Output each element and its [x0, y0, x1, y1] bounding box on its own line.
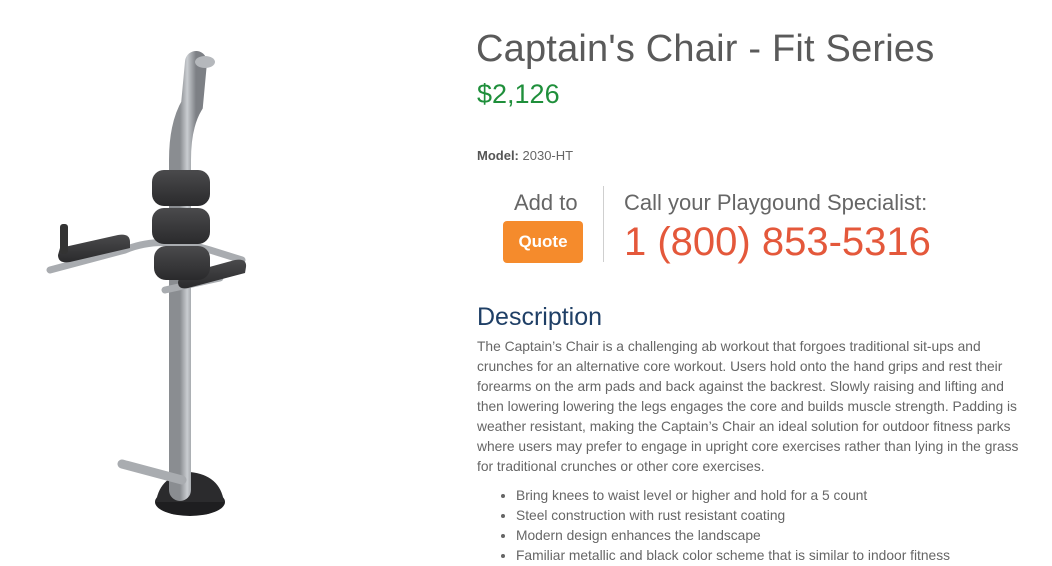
add-to-label: Add to	[514, 190, 578, 215]
feature-item: Familiar metallic and black color scheme…	[516, 546, 1052, 566]
feature-item: Steel construction with rust resistant c…	[516, 506, 1052, 526]
product-price: $2,126	[477, 79, 560, 109]
add-to-quote-button[interactable]: Quote	[503, 221, 583, 263]
phone-number-link[interactable]: 1 (800) 853-5316	[624, 220, 931, 265]
feature-item: Bring knees to waist level or higher and…	[516, 486, 1052, 506]
description-text: The Captain’s Chair is a challenging ab …	[477, 339, 1019, 474]
model-value: 2030-HT	[522, 148, 574, 163]
model-label: Model:	[477, 148, 519, 163]
call-specialist-label: Call your Playgound Specialist:	[624, 190, 928, 215]
contact-divider	[603, 186, 604, 262]
product-title: Captain's Chair - Fit Series	[476, 28, 935, 70]
description-heading: Description	[477, 303, 603, 331]
captains-chair-product-image	[46, 51, 247, 516]
model-number: Model: 2030-HT	[477, 148, 573, 163]
feature-list: Bring knees to waist level or higher and…	[477, 486, 1052, 566]
feature-item: Modern design enhances the landscape	[516, 526, 1052, 546]
